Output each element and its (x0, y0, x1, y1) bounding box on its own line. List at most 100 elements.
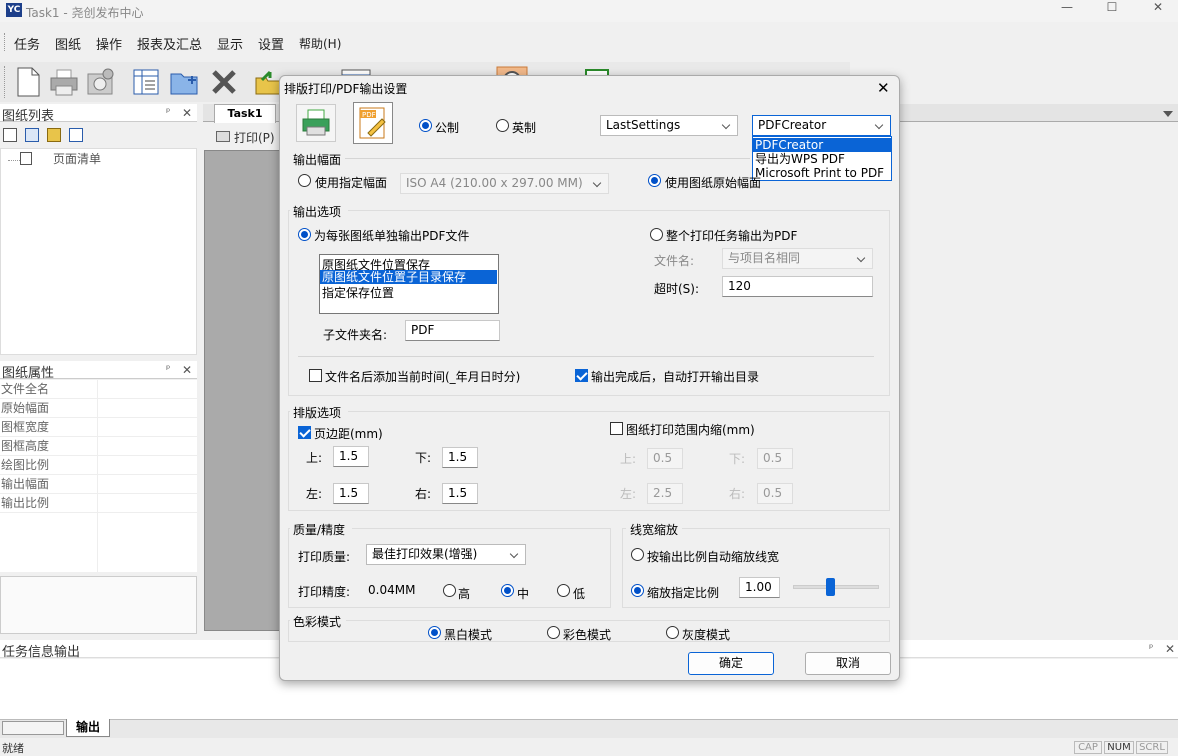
unit-imperial-radio[interactable] (496, 119, 509, 132)
prop-row: 图框高度 (0, 437, 197, 456)
open-dir-checkbox[interactable] (575, 369, 588, 382)
unit-metric-radio[interactable] (419, 119, 432, 132)
cancel-button[interactable]: 取消 (805, 652, 891, 675)
add-folder-icon[interactable] (168, 66, 200, 98)
doc-canvas (204, 150, 284, 631)
tabs-dropdown-icon[interactable] (1163, 111, 1173, 117)
color-gray-radio[interactable] (666, 626, 679, 639)
tab-output[interactable]: 输出 (66, 719, 110, 737)
tab-nav-arrows[interactable] (2, 721, 64, 735)
panel-close-icon[interactable]: ✕ (182, 106, 192, 120)
prop-row: 图框宽度 (0, 418, 197, 437)
linewidth-auto-radio[interactable] (631, 548, 644, 561)
margin-left-label: 左: (306, 487, 323, 501)
color-gray-label: 灰度模式 (682, 628, 731, 642)
detail-view-icon[interactable] (69, 128, 83, 142)
page-list-icon[interactable] (20, 152, 32, 165)
settings-select[interactable]: LastSettings (600, 115, 738, 136)
printer-mode-button[interactable] (296, 104, 336, 142)
folder-view-icon[interactable] (47, 128, 61, 142)
menu-reports[interactable]: 报表及汇总 (137, 34, 202, 53)
menu-operation[interactable]: 操作 (96, 34, 122, 53)
whole-task-label: 整个打印任务输出为PDF (666, 229, 798, 243)
margin-top-input[interactable]: 1.5 (333, 446, 369, 467)
save-option-subfolder[interactable]: 原图纸文件位置子目录保存 (320, 270, 497, 284)
drawing-list-title: 图纸列表 (2, 109, 55, 124)
tab-task1[interactable]: Task1 (214, 104, 276, 123)
menu-drawing[interactable]: 图纸 (55, 34, 81, 53)
menu-help[interactable]: 帮助(H) (299, 35, 341, 52)
quality-select[interactable]: 最佳打印效果(增强) (366, 544, 526, 565)
tree-item-page-list[interactable]: 页面清单 (53, 150, 101, 167)
shrink-left-input[interactable]: 2.5 (647, 483, 683, 504)
linewidth-slider-track[interactable] (793, 585, 879, 589)
color-bw-label: 黑白模式 (444, 628, 493, 642)
whole-task-radio[interactable] (650, 228, 663, 241)
precision-low-radio[interactable] (557, 584, 570, 597)
shrink-right-input[interactable]: 0.5 (757, 483, 793, 504)
margin-left-input[interactable]: 1.5 (333, 483, 369, 504)
color-bw-radio[interactable] (428, 626, 441, 639)
subfolder-input[interactable]: PDF (405, 320, 500, 341)
specified-size-radio[interactable] (298, 174, 311, 187)
props-close-icon[interactable]: ✕ (182, 363, 192, 377)
precision-high-label: 高 (458, 587, 471, 601)
save-option-specified[interactable]: 指定保存位置 (322, 284, 394, 301)
linewidth-scale-input[interactable]: 1.00 (739, 577, 780, 598)
dialog-close-button[interactable]: ✕ (877, 79, 890, 97)
color-title: 色彩模式 (293, 615, 342, 629)
printer-option-wps[interactable]: 导出为WPS PDF (753, 152, 891, 166)
print-small-icon (216, 131, 230, 142)
layout-icon[interactable] (130, 66, 162, 98)
margin-label: 页边距(mm) (314, 427, 383, 441)
specified-size-label: 使用指定幅面 (315, 176, 388, 190)
props-pin-icon[interactable]: ᵖ (166, 364, 170, 375)
filename-label: 文件名: (654, 254, 695, 268)
props-table: 文件全名 原始幅面 图框宽度 图框高度 绘图比例 输出幅面 输出比例 (0, 380, 197, 572)
precision-high-radio[interactable] (443, 584, 456, 597)
new-file-icon[interactable] (12, 66, 44, 98)
maximize-button[interactable]: ☐ (1089, 0, 1135, 14)
printer-icon[interactable] (48, 66, 80, 98)
timeout-input[interactable]: 120 (722, 276, 873, 297)
output-options-divider (298, 356, 874, 357)
output-close-icon[interactable]: ✕ (1165, 642, 1175, 656)
close-window-button[interactable]: ✕ (1135, 0, 1178, 14)
printer-option-ms[interactable]: Microsoft Print to PDF (753, 166, 891, 180)
margin-right-input[interactable]: 1.5 (442, 483, 478, 504)
linewidth-title: 线宽缩放 (630, 523, 679, 537)
tree-line (8, 160, 20, 161)
menu-settings[interactable]: 设置 (258, 34, 284, 53)
output-tabbar (0, 719, 1178, 738)
append-time-checkbox[interactable] (309, 369, 322, 382)
minimize-button[interactable]: — (1044, 0, 1090, 14)
settings-icon[interactable] (84, 66, 116, 98)
margin-checkbox[interactable] (298, 426, 311, 439)
precision-mid-radio[interactable] (501, 584, 514, 597)
linewidth-slider-thumb[interactable] (826, 578, 835, 596)
pin-icon[interactable]: ᵖ (166, 107, 170, 118)
pdf-mode-button[interactable]: PDF (353, 102, 393, 144)
original-size-radio[interactable] (648, 174, 661, 187)
per-drawing-radio[interactable] (298, 228, 311, 241)
delete-icon[interactable] (208, 66, 240, 98)
printer-select[interactable]: PDFCreator (752, 115, 891, 136)
list-view-icon[interactable] (25, 128, 39, 142)
color-color-radio[interactable] (547, 626, 560, 639)
menu-display[interactable]: 显示 (217, 34, 243, 53)
per-drawing-label: 为每张图纸单独输出PDF文件 (314, 229, 470, 243)
shrink-top-input[interactable]: 0.5 (647, 448, 683, 469)
shrink-bottom-input[interactable]: 0.5 (757, 448, 793, 469)
printer-option-pdfcreator[interactable]: PDFCreator (753, 138, 891, 152)
linewidth-scale-radio[interactable] (631, 584, 644, 597)
shrink-checkbox[interactable] (610, 422, 623, 435)
print-button[interactable]: 打印(P) (234, 129, 275, 146)
filename-select[interactable]: 与项目名相同 (722, 248, 873, 269)
margin-bottom-input[interactable]: 1.5 (442, 447, 478, 468)
precision-mid-label: 中 (517, 587, 530, 601)
menu-task[interactable]: 任务 (14, 34, 40, 53)
copy-icon[interactable] (3, 128, 17, 142)
ok-button[interactable]: 确定 (688, 652, 774, 675)
size-select[interactable]: ISO A4 (210.00 x 297.00 MM) (400, 173, 609, 194)
output-pin-icon[interactable]: ᵖ (1149, 643, 1153, 654)
